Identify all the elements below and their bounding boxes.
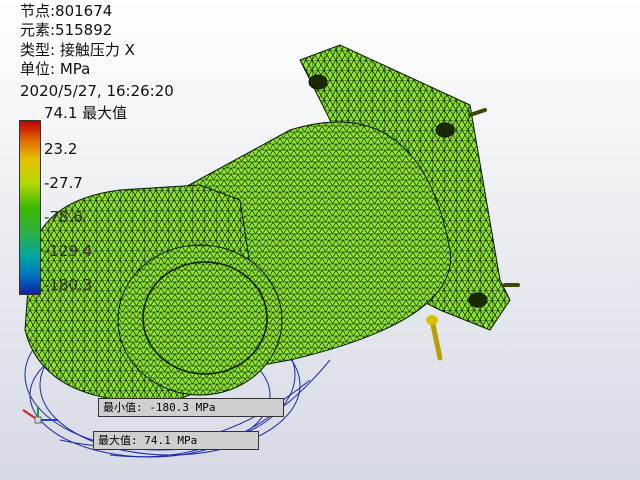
- mesh-model[interactable]: [0, 0, 640, 480]
- unit-label: 单位: MPa: [20, 60, 91, 78]
- pin: [426, 315, 443, 361]
- legend-tick: -129.4: [44, 242, 93, 260]
- max-value-probe[interactable]: 最大值: 74.1 MPa: [93, 431, 259, 450]
- legend-tick: -27.7: [44, 174, 83, 192]
- legend-max-label: 74.1 最大值: [44, 104, 128, 122]
- color-legend-bar: [19, 120, 41, 295]
- axis-triad-icon[interactable]: [18, 400, 78, 430]
- type-label: 类型: 接触压力 X: [20, 41, 135, 59]
- timestamp: 2020/5/27, 16:26:20: [20, 82, 174, 100]
- legend-tick: 23.2: [44, 140, 78, 158]
- min-value-probe[interactable]: 最小值: -180.3 MPa: [98, 398, 284, 417]
- node-label: 节点:801674: [20, 2, 113, 20]
- legend-tick: -180.3: [44, 276, 93, 294]
- 3d-viewport[interactable]: 节点:801674 元素:515892 类型: 接触压力 X 单位: MPa 2…: [0, 0, 640, 480]
- legend-tick: -78.6: [44, 208, 83, 226]
- element-label: 元素:515892: [20, 21, 113, 39]
